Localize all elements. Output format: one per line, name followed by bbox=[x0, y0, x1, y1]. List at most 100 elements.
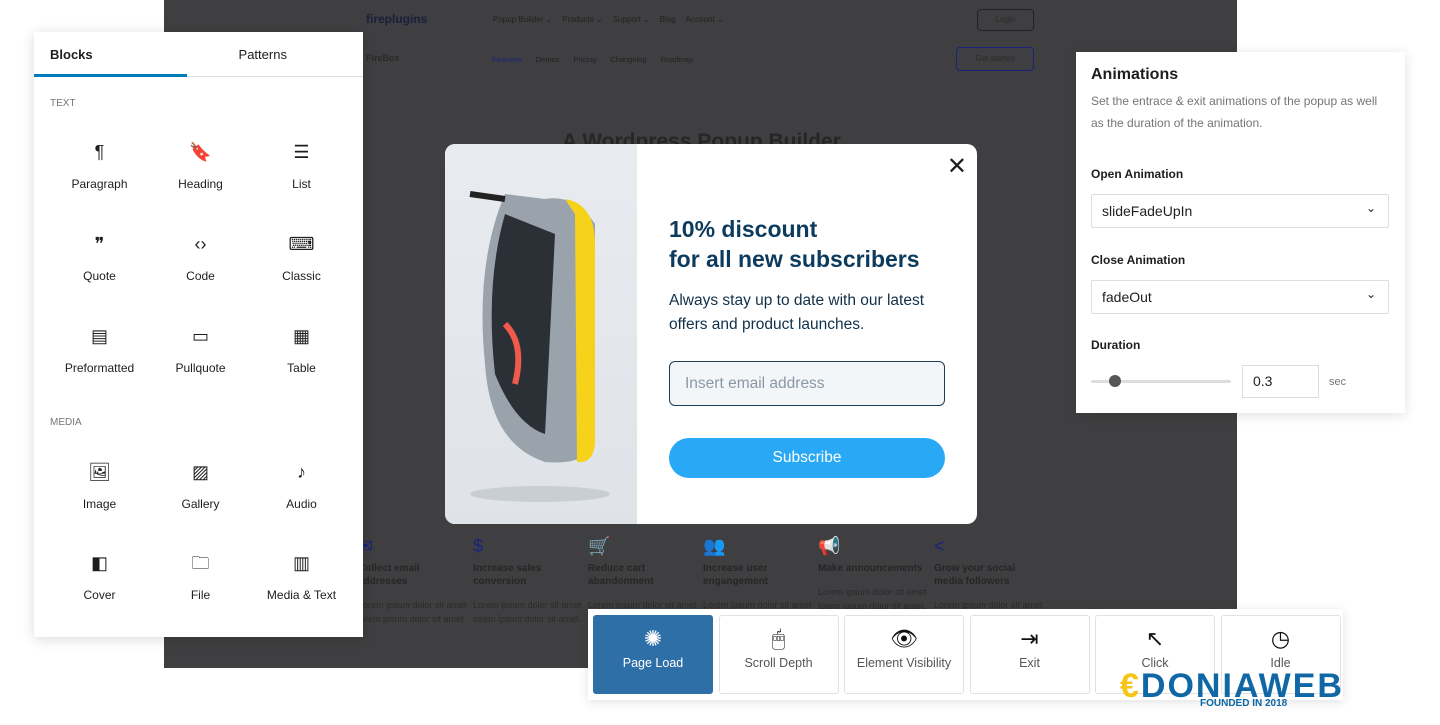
feature-title: Make announcements bbox=[818, 563, 923, 574]
feature-icon: 👥 bbox=[703, 536, 726, 556]
close-animation-value: fadeOut bbox=[1102, 289, 1152, 305]
trigger-label: Exit bbox=[1019, 656, 1040, 670]
close-animation-select[interactable]: fadeOut ⌄ bbox=[1091, 280, 1389, 314]
feature-icon: 🛒 bbox=[588, 536, 611, 556]
block-label: Media & Text bbox=[266, 588, 337, 602]
animations-description: Set the entrace & exit animations of the… bbox=[1091, 94, 1378, 130]
open-animation-select[interactable]: slideFadeUpIn ⌄ bbox=[1091, 194, 1389, 228]
subnav-item[interactable]: Roadmap bbox=[661, 55, 694, 64]
close-animation-label: Close Animation bbox=[1091, 253, 1186, 267]
product-name: FireBox bbox=[366, 53, 400, 63]
site-nav-item[interactable]: Products ⌄ bbox=[562, 15, 603, 24]
preformatted-icon: ▤ bbox=[90, 326, 108, 346]
subnav-item[interactable]: Changelog bbox=[610, 55, 646, 64]
product-subnav: Features Demos Pricing Changelog Roadmap bbox=[492, 55, 693, 64]
quote-icon: ❞ bbox=[94, 234, 105, 254]
trigger-label: Scroll Depth bbox=[744, 656, 813, 670]
subnav-item[interactable]: Features bbox=[492, 55, 522, 64]
site-nav-item[interactable]: Blog bbox=[660, 15, 676, 24]
block-label: Cover bbox=[83, 588, 116, 602]
doniaweb-watermark: €DONIAWEB FOUNDED IN 2018 bbox=[1120, 667, 1344, 709]
open-animation-value: slideFadeUpIn bbox=[1102, 203, 1193, 219]
duration-unit: sec bbox=[1329, 376, 1347, 388]
block-item-audio[interactable]: ♪ Audio bbox=[251, 462, 352, 511]
audio-icon: ♪ bbox=[297, 462, 306, 482]
popup-heading-line1: 10% discount bbox=[669, 216, 818, 242]
sneaker-image bbox=[445, 144, 637, 524]
block-label: Table bbox=[287, 361, 316, 375]
chevron-down-icon: ⌄ bbox=[1365, 201, 1376, 215]
block-item-gallery[interactable]: ▨ Gallery bbox=[150, 462, 251, 511]
get-started-button[interactable]: Get started bbox=[956, 47, 1034, 71]
feature-title: Collect email addresses bbox=[358, 563, 420, 587]
trigger-label: Element Visibility bbox=[856, 656, 952, 670]
cover-icon: ◧ bbox=[90, 553, 108, 573]
block-item-paragraph[interactable]: ¶ Paragraph bbox=[49, 142, 150, 191]
trigger-exit[interactable]: ⇥ Exit bbox=[969, 615, 1090, 694]
file-icon: 🗀 bbox=[191, 553, 210, 573]
gallery-icon: ▨ bbox=[191, 462, 209, 482]
site-nav: Popup Builder ⌄ Products ⌄ Support ⌄ Blog Ac… bbox=[493, 15, 724, 24]
feature-icon: $ bbox=[473, 536, 484, 556]
block-label: Preformatted bbox=[64, 361, 135, 375]
subnav-item[interactable]: Demos bbox=[536, 55, 560, 64]
section-heading: Media bbox=[50, 417, 82, 428]
subscribe-button[interactable]: Subscribe bbox=[669, 438, 945, 478]
block-item-table[interactable]: ▦ Table bbox=[251, 326, 352, 375]
feature-icon: 📢 bbox=[818, 536, 841, 556]
block-label: Code bbox=[186, 269, 215, 283]
block-label: Classic bbox=[282, 269, 321, 283]
feature-title: Reduce cart abandonment bbox=[588, 563, 654, 587]
block-label: Paragraph bbox=[71, 177, 128, 191]
email-input[interactable]: Insert email address bbox=[669, 361, 945, 406]
site-nav-item[interactable]: Popup Builder ⌄ bbox=[493, 15, 552, 24]
scroll-depth-icon: 🖱 bbox=[771, 626, 786, 651]
block-item-image[interactable]: 🖼 Image bbox=[49, 462, 150, 511]
trigger-element-visibility[interactable]: 👁 Element Visibility bbox=[844, 615, 964, 694]
duration-slider[interactable] bbox=[1091, 375, 1231, 387]
trigger-scroll-depth[interactable]: 🖱 Scroll Depth bbox=[718, 615, 839, 694]
idle-icon: ◷ bbox=[1270, 626, 1291, 651]
section-heading: Text bbox=[50, 98, 76, 109]
close-icon[interactable]: ✕ bbox=[947, 152, 967, 181]
block-item-media-text[interactable]: ▥ Media & Text bbox=[251, 553, 352, 602]
feature-item: ✉ Collect email addresses Lorem ipsum dolo… bbox=[358, 536, 468, 626]
block-label: Pullquote bbox=[175, 361, 226, 375]
block-item-classic[interactable]: ⌨ Classic bbox=[251, 234, 352, 283]
slider-handle[interactable] bbox=[1108, 375, 1121, 387]
table-icon: ▦ bbox=[292, 326, 310, 346]
page-load-icon: ✺ bbox=[643, 626, 663, 651]
click-icon: ↖ bbox=[1145, 626, 1165, 651]
block-item-pullquote[interactable]: ▭ Pullquote bbox=[150, 326, 251, 375]
block-item-cover[interactable]: ◧ Cover bbox=[49, 553, 150, 602]
feature-item: 📢 Make announcements Lorem ipsum dolor sit… bbox=[818, 536, 928, 613]
block-item-preformatted[interactable]: ▤ Preformatted bbox=[49, 326, 150, 375]
tab-patterns[interactable]: Patterns bbox=[187, 32, 364, 76]
code-icon: ‹› bbox=[194, 234, 207, 254]
trigger-page-load[interactable]: ✺ Page Load bbox=[593, 615, 713, 694]
block-inserter-panel: Blocks Patterns Text ¶ Paragraph 🔖 Heading ☰ L… bbox=[34, 32, 363, 637]
block-item-heading[interactable]: 🔖 Heading bbox=[150, 142, 251, 191]
block-item-list[interactable]: ☰ List bbox=[251, 142, 352, 191]
tab-blocks[interactable]: Blocks bbox=[34, 32, 187, 77]
block-label: File bbox=[190, 588, 211, 602]
feature-description: Lorem ipsum dolor sit amet lorem ipsum d… bbox=[358, 600, 467, 624]
block-item-quote[interactable]: ❞ Quote bbox=[49, 234, 150, 283]
media-text-icon: ▥ bbox=[292, 553, 310, 573]
feature-title: Grow your social media followers bbox=[934, 563, 1016, 587]
login-button[interactable]: Login bbox=[977, 9, 1034, 31]
subnav-item[interactable]: Pricing bbox=[573, 55, 596, 64]
open-animation-label: Open Animation bbox=[1091, 167, 1184, 181]
block-label: Audio bbox=[286, 497, 317, 511]
pullquote-icon: ▭ bbox=[191, 326, 209, 346]
paragraph-icon: ¶ bbox=[94, 142, 105, 162]
block-item-code[interactable]: ‹› Code bbox=[150, 234, 251, 283]
block-label: List bbox=[292, 177, 311, 191]
list-icon: ☰ bbox=[293, 142, 310, 162]
site-nav-item[interactable]: Support ⌄ bbox=[613, 15, 650, 24]
duration-input[interactable]: 0.3 bbox=[1242, 365, 1319, 398]
popup-preview: ✕ 10% discount for all new subscribers Al… bbox=[445, 144, 977, 524]
animations-title: Animations bbox=[1091, 66, 1179, 83]
site-nav-item[interactable]: Account ⌄ bbox=[686, 15, 724, 24]
block-item-file[interactable]: 🗀 File bbox=[150, 553, 251, 602]
